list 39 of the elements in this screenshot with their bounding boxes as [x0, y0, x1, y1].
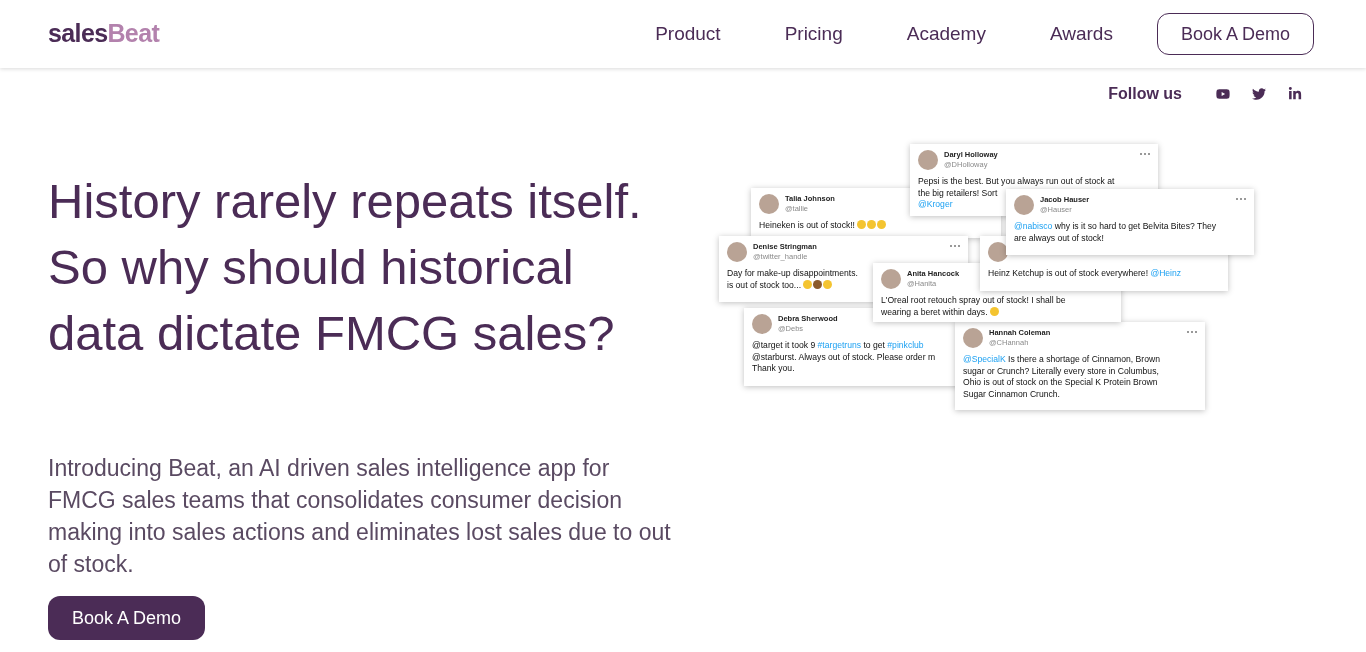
book-demo-button[interactable]: Book A Demo [1156, 13, 1314, 55]
tweet-text: @starburst. Always out of stock. Please order m [752, 351, 936, 363]
intro-paragraph: Introducing Beat, an AI driven sales intelligence app for FMCG sales teams that consolidates consumer decision making into sales actions and eliminates lost sales due to out of stock. [48, 454, 672, 579]
tweet-text: sugar or Crunch? Literally every store in Columbus, [963, 365, 1159, 377]
tweet-text: Heinz Ketchup is out of stock everywhere! @Heinz [988, 268, 1182, 280]
avatar-icon [727, 242, 747, 262]
nav-link[interactable]: Awards [1049, 19, 1113, 49]
avatar-icon [759, 194, 779, 214]
avatar-icon [881, 269, 901, 289]
nav-link[interactable]: Product [655, 19, 721, 49]
linkedin-icon[interactable] [1288, 87, 1302, 101]
tweet-text: Ohio is out of stock on the Special K Protein Brown [963, 377, 1158, 389]
nav-link[interactable]: Academy [906, 19, 986, 49]
tweet-text: wearing a beret within days. [881, 306, 1000, 318]
tweet-text: is out of stock too... [727, 279, 834, 291]
tweet-text: @target it took 9 #targetruns to get #pinkclub [752, 340, 924, 352]
tweet-text: @SpecialK Is there a shortage of Cinnamon, Brown [963, 354, 1160, 366]
tweet-text: Thank you. [752, 363, 795, 375]
tweet-text: Sugar Cinnamon Crunch. [963, 388, 1060, 400]
hero-headline: History rarely repeats itself. So why should historical data dictate FMCG sales? [48, 173, 643, 362]
tweet-text: @Kroger [918, 199, 953, 211]
tweet-text: L'Oreal root retouch spray out of stock! I shall be [881, 295, 1066, 307]
tweet-text: are always out of stock! [1014, 232, 1104, 244]
tweet-text: Heineken is out of stock!! [759, 220, 888, 232]
avatar-icon [1014, 195, 1034, 215]
nav-link[interactable]: Pricing [784, 19, 843, 49]
tweet-text: @nabisco why is it so hard to get Belvita Bites? They [1014, 221, 1217, 233]
avatar-icon [752, 314, 772, 334]
book-demo-button[interactable]: Book A Demo [48, 596, 206, 640]
follow-us-label: Follow us [1108, 84, 1182, 104]
twitter-icon[interactable] [1252, 87, 1266, 101]
avatar-icon [988, 242, 1008, 262]
tweet-text: Pepsi is the best. But you always run out of stock at [918, 176, 1115, 188]
logo[interactable]: salesBeat [48, 15, 160, 53]
youtube-icon[interactable] [1216, 87, 1230, 101]
tweet-text: the big retailers! Sort [918, 187, 998, 199]
avatar-icon [918, 150, 938, 170]
avatar-icon [963, 328, 983, 348]
tweet-text: Day for make-up disappointments. [727, 268, 858, 280]
